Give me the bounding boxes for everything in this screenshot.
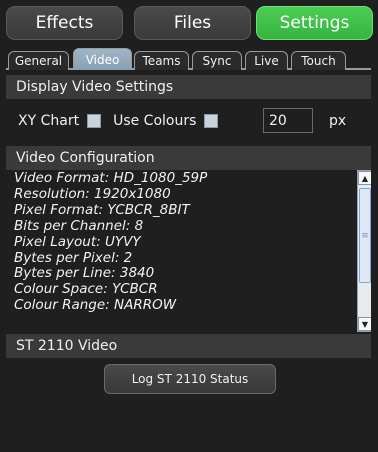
- mode-files-button[interactable]: Files: [134, 6, 251, 40]
- xy-chart-label: XY Chart: [18, 113, 80, 129]
- display-settings-header: Display Video Settings: [6, 75, 371, 99]
- tab-sync[interactable]: Sync: [192, 51, 242, 70]
- size-input[interactable]: [263, 108, 313, 133]
- log-st2110-status-button[interactable]: Log ST 2110 Status: [104, 364, 276, 394]
- video-configuration-header: Video Configuration: [6, 146, 371, 170]
- xy-chart-checkbox[interactable]: [87, 114, 102, 128]
- size-unit-label: px: [329, 113, 347, 129]
- tab-video[interactable]: Video: [73, 48, 132, 70]
- tab-teams[interactable]: Teams: [134, 51, 189, 70]
- settings-tabs: General Video Teams Sync Live Touch: [6, 48, 371, 70]
- tab-touch[interactable]: Touch: [291, 51, 346, 70]
- config-line: Bits per Channel: 8: [14, 217, 144, 234]
- config-line: Bytes per Line: 3840: [14, 265, 155, 282]
- config-lines: Video Format: HD_1080_59P Resolution: 19…: [14, 170, 354, 314]
- config-line: Colour Range: NARROW: [14, 297, 177, 314]
- config-line: Resolution: 1920x1080: [14, 185, 171, 202]
- use-colours-label: Use Colours: [113, 113, 197, 129]
- display-settings-row: XY Chart Use Colours px: [6, 101, 371, 141]
- config-line: Pixel Layout: UYVY: [14, 233, 141, 250]
- video-configuration-list[interactable]: Video Format: HD_1080_59P Resolution: 19…: [11, 170, 371, 333]
- config-line: Video Format: HD_1080_59P: [14, 170, 208, 186]
- st2110-title: ST 2110 Video: [16, 338, 118, 354]
- config-line: Pixel Format: YCBCR_8BIT: [14, 201, 190, 218]
- mode-effects-button[interactable]: Effects: [6, 6, 123, 40]
- config-line: Colour Space: YCBCR: [14, 281, 158, 298]
- tab-general[interactable]: General: [8, 51, 69, 70]
- use-colours-checkbox[interactable]: [204, 114, 219, 128]
- scroll-thumb[interactable]: ≡: [359, 188, 371, 283]
- config-line: Bytes per Pixel: 2: [14, 249, 133, 266]
- display-settings-title: Display Video Settings: [16, 79, 174, 95]
- st2110-header: ST 2110 Video: [6, 334, 371, 358]
- video-configuration-title: Video Configuration: [16, 150, 155, 166]
- mode-bar: Effects Files Settings: [6, 6, 373, 40]
- config-scrollbar[interactable]: ▲ ≡ ▼: [357, 170, 371, 332]
- scroll-up-icon[interactable]: ▲: [358, 171, 371, 185]
- tab-live[interactable]: Live: [245, 51, 288, 70]
- mode-settings-button[interactable]: Settings: [256, 6, 373, 40]
- scroll-down-icon[interactable]: ▼: [358, 317, 371, 331]
